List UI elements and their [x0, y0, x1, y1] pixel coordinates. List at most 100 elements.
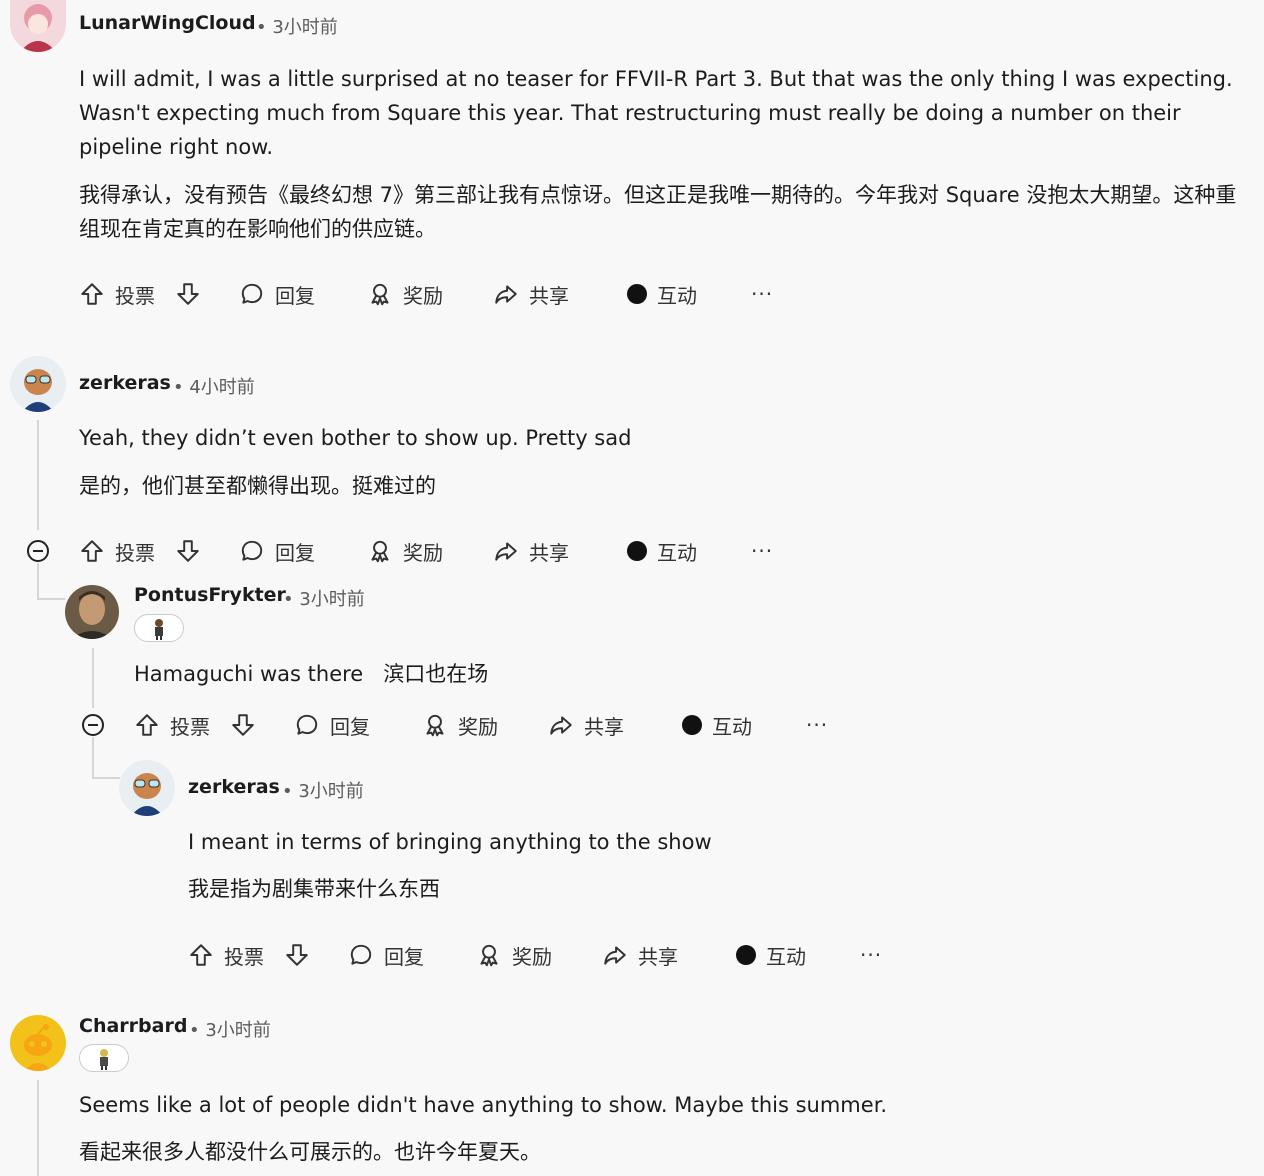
upvote-icon — [188, 942, 214, 968]
timestamp: • 3小时前 — [283, 589, 365, 610]
vote-label: 投票 — [170, 714, 210, 739]
more-options-button[interactable]: ··· — [806, 707, 828, 743]
share-icon — [493, 538, 519, 564]
award-label: 奖励 — [512, 944, 552, 969]
award-button[interactable]: 奖励 — [422, 707, 498, 743]
award-icon — [367, 281, 393, 307]
timestamp: • 3小时前 — [282, 781, 364, 802]
thread-branch — [92, 777, 120, 779]
vote-label: 投票 — [115, 283, 155, 308]
thread-line[interactable] — [37, 1080, 39, 1176]
avatar[interactable] — [10, 0, 66, 52]
upvote-icon — [79, 538, 105, 564]
upvote-button[interactable]: 投票 — [134, 707, 210, 743]
dot-icon — [682, 715, 702, 735]
username[interactable]: PontusFrykter — [134, 584, 286, 606]
share-label: 共享 — [638, 944, 678, 969]
downvote-button[interactable] — [284, 937, 310, 973]
reply-icon — [348, 942, 374, 968]
share-button[interactable]: 共享 — [602, 937, 678, 973]
thread-line[interactable] — [37, 420, 39, 530]
more-options-button[interactable]: ··· — [751, 276, 773, 312]
comment-actions: 投票 回复 奖励 共享 互动 ··· — [188, 937, 908, 973]
upvote-button[interactable]: 投票 — [188, 937, 264, 973]
vote-label: 投票 — [224, 944, 264, 969]
award-label: 奖励 — [403, 540, 443, 565]
comment-actions: 投票 回复 奖励 共享 互动 ··· — [79, 276, 799, 312]
share-button[interactable]: 共享 — [493, 533, 569, 569]
comment-text-zh: 我得承认，没有预告《最终幻想 7》第三部让我有点惊讶。但这正是我唯一期待的。今年… — [79, 183, 1237, 241]
comment-text-en: I meant in terms of bringing anything to… — [188, 830, 712, 854]
comment-text-zh: 看起来很多人都没什么可展示的。也许今年夏天。 — [79, 1140, 541, 1164]
collapse-thread-button[interactable] — [27, 540, 49, 562]
comment-actions: 投票 回复 奖励 共享 互动 ··· — [134, 707, 854, 743]
comment-text-en: Yeah, they didn’t even bother to show up… — [79, 426, 632, 450]
thread-line[interactable] — [92, 648, 94, 708]
avatar[interactable] — [119, 760, 175, 816]
timestamp: • 3小时前 — [256, 17, 338, 38]
reply-button[interactable]: 回复 — [239, 276, 315, 312]
collapse-thread-button[interactable] — [82, 714, 104, 736]
username[interactable]: Charrbard — [79, 1015, 187, 1037]
downvote-button[interactable] — [230, 707, 256, 743]
username[interactable]: LunarWingCloud — [79, 12, 256, 34]
award-button[interactable]: 奖励 — [476, 937, 552, 973]
avatar[interactable] — [10, 1015, 66, 1071]
downvote-button[interactable] — [175, 276, 201, 312]
award-button[interactable]: 奖励 — [367, 276, 443, 312]
avatar[interactable] — [65, 585, 119, 639]
reply-label: 回复 — [384, 944, 424, 969]
interact-button[interactable]: 互动 — [627, 533, 697, 569]
thread-branch — [37, 598, 65, 600]
dot-icon — [627, 541, 647, 561]
comment-text-zh: 是的，他们甚至都懒得出现。挺难过的 — [79, 474, 436, 498]
comment-text-en: Seems like a lot of people didn't have a… — [79, 1093, 888, 1117]
dot-icon — [627, 284, 647, 304]
interact-button[interactable]: 互动 — [736, 937, 806, 973]
user-flair — [79, 1044, 129, 1072]
interact-label: 互动 — [657, 540, 697, 565]
reply-label: 回复 — [275, 283, 315, 308]
share-button[interactable]: 共享 — [493, 276, 569, 312]
comment-text-zh: 我是指为剧集带来什么东西 — [188, 877, 440, 901]
award-button[interactable]: 奖励 — [367, 533, 443, 569]
comment-text-en: I will admit, I was a little surprised a… — [79, 67, 1233, 159]
flair-icon — [155, 619, 163, 640]
reply-button[interactable]: 回复 — [348, 937, 424, 973]
share-icon — [493, 281, 519, 307]
timestamp: • 4小时前 — [173, 377, 255, 398]
reply-label: 回复 — [330, 714, 370, 739]
downvote-button[interactable] — [175, 533, 201, 569]
upvote-button[interactable]: 投票 — [79, 533, 155, 569]
more-options-button[interactable]: ··· — [751, 533, 773, 569]
downvote-icon — [284, 942, 310, 968]
share-label: 共享 — [529, 283, 569, 308]
reply-label: 回复 — [275, 540, 315, 565]
thread-line — [92, 737, 94, 777]
interact-button[interactable]: 互动 — [627, 276, 697, 312]
comment-actions: 投票 回复 奖励 共享 互动 ··· — [79, 533, 799, 569]
reply-icon — [294, 712, 320, 738]
interact-button[interactable]: 互动 — [682, 707, 752, 743]
share-icon — [548, 712, 574, 738]
share-label: 共享 — [584, 714, 624, 739]
reply-button[interactable]: 回复 — [239, 533, 315, 569]
avatar[interactable] — [10, 356, 66, 412]
interact-label: 互动 — [766, 944, 806, 969]
share-label: 共享 — [529, 540, 569, 565]
more-options-button[interactable]: ··· — [860, 937, 882, 973]
reply-icon — [239, 281, 265, 307]
username[interactable]: zerkeras — [188, 776, 280, 798]
reply-button[interactable]: 回复 — [294, 707, 370, 743]
downvote-icon — [230, 712, 256, 738]
award-icon — [422, 712, 448, 738]
flair-icon — [100, 1049, 108, 1070]
share-button[interactable]: 共享 — [548, 707, 624, 743]
downvote-icon — [175, 281, 201, 307]
upvote-icon — [79, 281, 105, 307]
upvote-button[interactable]: 投票 — [79, 276, 155, 312]
downvote-icon — [175, 538, 201, 564]
username[interactable]: zerkeras — [79, 372, 171, 394]
share-icon — [602, 942, 628, 968]
vote-label: 投票 — [115, 540, 155, 565]
